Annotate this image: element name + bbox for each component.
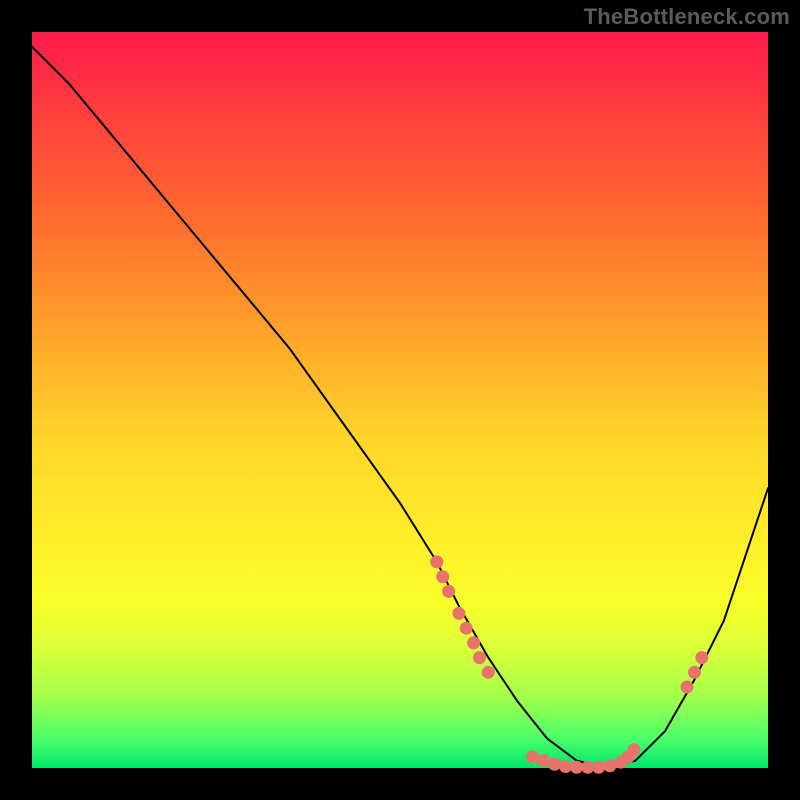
data-marker bbox=[467, 636, 480, 649]
data-marker bbox=[482, 666, 495, 679]
watermark-text: TheBottleneck.com bbox=[584, 4, 790, 30]
data-marker bbox=[603, 759, 616, 772]
data-marker bbox=[537, 754, 550, 767]
data-marker bbox=[628, 743, 641, 756]
data-marker bbox=[592, 761, 605, 774]
data-marker bbox=[460, 622, 473, 635]
marker-group bbox=[430, 555, 708, 773]
data-marker bbox=[473, 651, 486, 664]
data-marker bbox=[681, 681, 694, 694]
data-marker bbox=[570, 761, 583, 774]
data-marker bbox=[442, 585, 455, 598]
data-marker bbox=[436, 570, 449, 583]
plot-area bbox=[32, 32, 768, 768]
data-marker bbox=[695, 651, 708, 664]
data-marker bbox=[526, 751, 539, 764]
data-marker bbox=[430, 555, 443, 568]
data-marker bbox=[548, 758, 561, 771]
curve-svg bbox=[32, 32, 768, 768]
chart-frame: TheBottleneck.com bbox=[0, 0, 800, 800]
data-marker bbox=[452, 607, 465, 620]
data-marker bbox=[688, 666, 701, 679]
bottleneck-curve bbox=[32, 47, 768, 768]
